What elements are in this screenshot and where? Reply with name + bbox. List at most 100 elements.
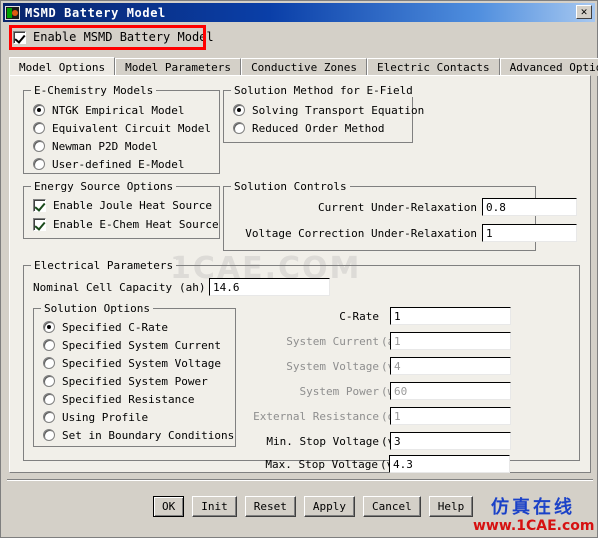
group-solution-controls: Solution Controls Current Under-Relaxati…	[223, 180, 577, 251]
window-title: MSMD Battery Model	[25, 5, 166, 20]
input-system-voltage[interactable]: 4	[390, 357, 511, 375]
tab-advanced-option[interactable]: Advanced Option	[499, 58, 598, 76]
input-min-stop-voltage[interactable]: 3	[390, 432, 511, 450]
radio-label: Set in Boundary Conditions	[62, 428, 235, 442]
group-energy-source-options: Energy Source Options Enable Joule Heat …	[23, 180, 220, 239]
group-title-solution-options: Solution Options	[41, 302, 153, 315]
radio-icon[interactable]	[33, 122, 45, 134]
radio-icon[interactable]	[43, 375, 55, 387]
radio-specified-resistance[interactable]: Specified Resistance	[43, 392, 194, 406]
radio-label: Equivalent Circuit Model	[52, 121, 211, 135]
radio-specified-system-voltage[interactable]: Specified System Voltage	[43, 356, 221, 370]
radio-icon[interactable]	[33, 158, 45, 170]
radio-icon[interactable]	[33, 104, 45, 116]
close-icon[interactable]: ✕	[576, 5, 592, 19]
input-system-current[interactable]: 1	[390, 332, 511, 350]
tab-electric-contacts[interactable]: Electric Contacts	[367, 58, 500, 76]
group-title-energy-source: Energy Source Options	[31, 180, 177, 193]
radio-icon[interactable]	[43, 321, 55, 333]
radio-label: Using Profile	[62, 410, 149, 424]
radio-specified-system-power[interactable]: Specified System Power	[43, 374, 208, 388]
enable-msmd-checkbox[interactable]	[13, 30, 26, 44]
radio-icon[interactable]	[43, 429, 55, 441]
watermark-url-text: www.1CAE.com	[473, 518, 595, 534]
cancel-button[interactable]: Cancel	[363, 496, 421, 517]
radio-label: User-defined E-Model	[52, 157, 185, 171]
group-solution-method-e-field: Solution Method for E-Field Solving Tran…	[223, 84, 424, 143]
group-title-solution-method: Solution Method for E-Field	[231, 84, 416, 97]
radio-label: Specified Resistance	[62, 392, 195, 406]
tab-conductive-zones[interactable]: Conductive Zones	[241, 58, 368, 76]
enable-msmd-row[interactable]: Enable MSMD Battery Model	[13, 28, 214, 46]
radio-icon[interactable]	[233, 104, 245, 116]
radio-set-in-boundary-conditions[interactable]: Set in Boundary Conditions	[43, 428, 234, 442]
radio-label: Reduced Order Method	[252, 121, 385, 135]
input-c-rate[interactable]: 1	[390, 307, 511, 325]
label-system-voltage: System Voltage	[286, 360, 379, 373]
dialog-buttons: OK Init Reset Apply Cancel Help	[153, 496, 474, 517]
checkbox-icon[interactable]	[33, 218, 46, 231]
label-nominal-cell-capacity-unit: (ah)	[179, 281, 206, 294]
radio-solving-transport-equation[interactable]: Solving Transport Equation	[233, 103, 424, 117]
label-max-stop-voltage: Max. Stop Voltage	[265, 458, 378, 471]
radio-icon[interactable]	[233, 122, 245, 134]
tab-model-options[interactable]: Model Options	[9, 57, 116, 76]
watermark-chinese-text: 仿真在线	[491, 497, 575, 518]
group-electrical-parameters: Electrical Parameters Nominal Cell Capac…	[23, 259, 580, 461]
help-button[interactable]: Help	[428, 496, 474, 517]
radio-reduced-order-method[interactable]: Reduced Order Method	[233, 121, 384, 135]
checkbox-enable-joule-heat-source[interactable]: Enable Joule Heat Source	[33, 198, 212, 213]
input-current-under-relaxation[interactable]: 0.8	[482, 198, 577, 216]
title-bar: MSMD Battery Model ✕	[3, 3, 595, 22]
radio-icon[interactable]	[33, 140, 45, 152]
radio-specified-system-current[interactable]: Specified System Current	[43, 338, 221, 352]
label-voltage-correction-under-relaxation: Voltage Correction Under-Relaxation	[245, 227, 477, 240]
radio-icon[interactable]	[43, 393, 55, 405]
dialog-window: MSMD Battery Model ✕ Enable MSMD Battery…	[0, 0, 598, 538]
reset-button[interactable]: Reset	[244, 496, 296, 517]
enable-msmd-label: Enable MSMD Battery Model	[33, 30, 214, 44]
input-nominal-cell-capacity[interactable]: 14.6	[209, 278, 330, 296]
radio-label: Specified C-Rate	[62, 320, 168, 334]
label-current-under-relaxation: Current Under-Relaxation	[318, 201, 477, 214]
input-voltage-correction-under-relaxation[interactable]: 1	[482, 224, 577, 242]
radio-equivalent-circuit-model[interactable]: Equivalent Circuit Model	[33, 121, 211, 135]
group-e-chemistry-models: E-Chemistry Models NTGK Empirical Model …	[23, 84, 220, 174]
label-nominal-cell-capacity: Nominal Cell Capacity	[33, 281, 173, 294]
radio-label: Specified System Power	[62, 374, 208, 388]
radio-user-defined-e-model[interactable]: User-defined E-Model	[33, 157, 184, 171]
watermark-logo: 仿真在线 www.1CAE.com	[473, 497, 595, 535]
apply-button[interactable]: Apply	[303, 496, 355, 517]
checkbox-icon[interactable]	[33, 199, 46, 212]
radio-using-profile[interactable]: Using Profile	[43, 410, 148, 424]
label-system-current: System Current	[286, 335, 379, 348]
radio-icon[interactable]	[43, 357, 55, 369]
radio-ntgk-empirical-model[interactable]: NTGK Empirical Model	[33, 103, 184, 117]
radio-label: Specified System Current	[62, 338, 221, 352]
radio-label: Specified System Voltage	[62, 356, 221, 370]
group-title-electrical-parameters: Electrical Parameters	[31, 259, 177, 272]
radio-icon[interactable]	[43, 339, 55, 351]
checkbox-enable-echem-heat-source[interactable]: Enable E-Chem Heat Source	[33, 217, 219, 232]
group-solution-options: Solution Options Specified C-Rate Specif…	[33, 302, 236, 447]
label-min-stop-voltage: Min. Stop Voltage	[266, 435, 379, 448]
input-external-resistance[interactable]: 1	[390, 407, 511, 425]
input-max-stop-voltage[interactable]: 4.3	[389, 455, 510, 473]
checkbox-label: Enable Joule Heat Source	[53, 199, 212, 212]
label-system-power: System Power	[299, 385, 379, 398]
tab-bar: Model Options Model Parameters Conductiv…	[9, 57, 598, 76]
button-separator	[7, 479, 593, 481]
radio-newman-p2d-model[interactable]: Newman P2D Model	[33, 139, 158, 153]
label-c-rate: C-Rate	[339, 310, 379, 323]
radio-icon[interactable]	[43, 411, 55, 423]
input-system-power[interactable]: 60	[390, 382, 511, 400]
ok-button[interactable]: OK	[153, 496, 185, 517]
radio-label: Solving Transport Equation	[252, 103, 425, 117]
init-button[interactable]: Init	[192, 496, 237, 517]
label-external-resistance: External Resistance	[253, 410, 379, 423]
radio-specified-c-rate[interactable]: Specified C-Rate	[43, 320, 168, 334]
radio-label: NTGK Empirical Model	[52, 103, 185, 117]
group-title-solution-controls: Solution Controls	[231, 180, 350, 193]
group-title-e-chemistry: E-Chemistry Models	[31, 84, 157, 97]
tab-model-parameters[interactable]: Model Parameters	[115, 58, 242, 76]
